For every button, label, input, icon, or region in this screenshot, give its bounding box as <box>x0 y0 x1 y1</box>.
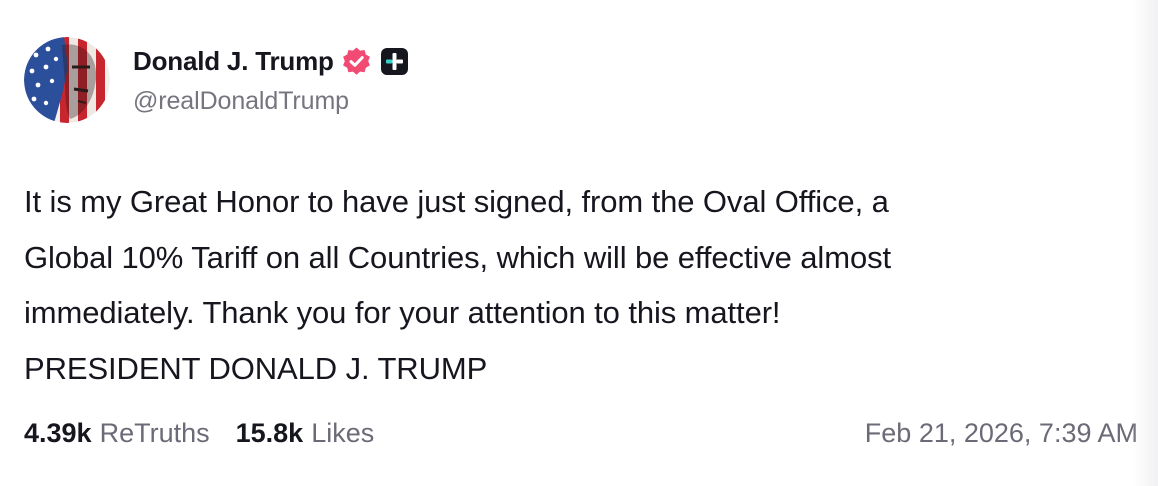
post-body-line: It is my Great Honor to have just signed… <box>24 184 889 219</box>
retruths-count: 4.39k <box>24 417 92 448</box>
plus-badge-icon <box>380 47 409 76</box>
display-name[interactable]: Donald J. Trump <box>133 46 334 77</box>
edge-shadow <box>1132 0 1158 486</box>
verified-badge-icon <box>341 46 372 77</box>
post-body: It is my Great Honor to have just signed… <box>24 174 1124 396</box>
post-header: Donald J. Trump @realDonaldTrump <box>24 37 409 123</box>
post-body-line: Global 10% Tariff on all Countries, whic… <box>24 239 892 275</box>
post-footer: 4.39k ReTruths 15.8k Likes Feb 21, 2026,… <box>24 413 1138 453</box>
name-row: Donald J. Trump <box>133 43 409 81</box>
author-identity: Donald J. Trump @realDonaldTrump <box>133 45 409 116</box>
author-handle[interactable]: @realDonaldTrump <box>133 87 409 116</box>
truth-post: Donald J. Trump @realDonaldTrump It is m… <box>0 0 1158 486</box>
retruths-stat[interactable]: 4.39k ReTruths <box>24 418 210 449</box>
post-body-line: PRESIDENT DONALD J. TRUMP <box>24 350 488 386</box>
avatar[interactable] <box>24 37 110 123</box>
avatar-image <box>24 37 110 123</box>
retruths-label: ReTruths <box>99 417 210 448</box>
likes-label: Likes <box>311 417 375 448</box>
likes-stat[interactable]: 15.8k Likes <box>236 418 375 449</box>
likes-count: 15.8k <box>235 417 304 448</box>
post-body-line: immediately. Thank you for your attentio… <box>24 295 781 330</box>
post-timestamp[interactable]: Feb 21, 2026, 7:39 AM <box>865 418 1138 449</box>
